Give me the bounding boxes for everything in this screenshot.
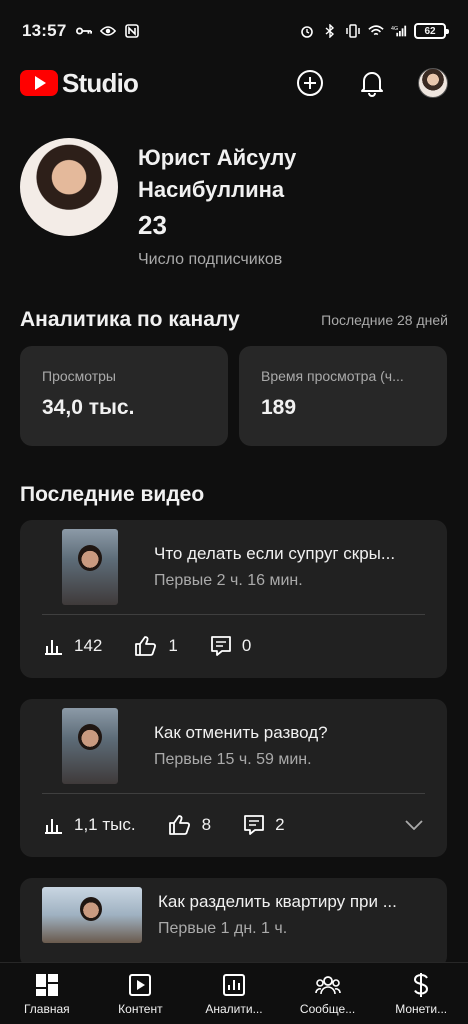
video-period: Первые 15 ч. 59 мин. [154, 751, 312, 768]
nav-analytics[interactable]: Аналити... [187, 963, 281, 1024]
video-likes: 1 [168, 636, 178, 655]
views-label: Просмотры [42, 368, 116, 384]
recent-videos-title: Последние видео [20, 483, 205, 506]
notifications-button[interactable] [356, 67, 388, 99]
svg-text:4G: 4G [391, 26, 398, 32]
views-value: 34,0 тыс. [42, 396, 135, 419]
studio-logo[interactable]: Studio [20, 67, 139, 99]
video-thumbnail [42, 887, 142, 943]
bell-icon [361, 72, 383, 97]
status-time: 13:57 [22, 21, 67, 40]
views-card[interactable]: Просмотры 34,0 тыс. [20, 346, 228, 446]
channel-name: Юрист Айсулу Насибуллина [138, 145, 297, 202]
video-comments: 0 [241, 636, 252, 655]
signal-icon: 4G [391, 24, 407, 38]
video-title: Как разделить квартиру при ... [158, 892, 397, 911]
subscriber-label: Число подписчиков [138, 251, 283, 268]
video-title: Как отменить развод? [154, 723, 328, 742]
dollar-icon [408, 972, 434, 998]
create-button[interactable] [294, 67, 326, 99]
nfc-icon [124, 24, 140, 38]
expand-button[interactable] [405, 815, 423, 835]
nav-label: Сообще... [299, 1001, 356, 1016]
bluetooth-icon [322, 24, 338, 38]
nav-community[interactable]: Сообще... [281, 963, 375, 1024]
wifi-icon [368, 24, 384, 38]
community-icon [314, 972, 341, 998]
analytics-icon [221, 972, 247, 998]
nav-monetization[interactable]: Монети... [374, 963, 468, 1024]
thumbs-up-icon [168, 815, 190, 835]
watch-time-label: Время просмотра (ч... [261, 368, 404, 384]
youtube-play-icon [20, 70, 58, 96]
video-thumbnail [62, 708, 118, 784]
channel-summary: Юрист Айсулу Насибуллина 23 Число подпис… [20, 138, 378, 269]
alarm-icon [299, 24, 315, 38]
nav-label: Контент [118, 1001, 163, 1016]
views-bar-icon [45, 640, 62, 655]
bottom-navigation: Главная Контент Аналити... Сообще... Мон… [0, 962, 468, 1024]
video-thumbnail [62, 529, 118, 605]
video-period: Первые 2 ч. 16 мин. [154, 572, 303, 589]
thumbs-up-icon [135, 636, 157, 656]
vibrate-icon [345, 24, 361, 38]
channel-avatar[interactable] [20, 138, 118, 236]
logo-text: Studio [62, 67, 139, 98]
views-bar-icon [45, 819, 62, 834]
status-bar: 13:57 4G 62 [0, 0, 468, 62]
dashboard-icon [34, 972, 60, 998]
video-likes: 8 [201, 815, 212, 834]
chevron-down-icon [405, 820, 423, 831]
video-views: 142 [74, 636, 103, 655]
video-comments: 2 [275, 815, 285, 834]
nav-label: Главная [23, 1001, 70, 1016]
nav-dashboard[interactable]: Главная [0, 963, 94, 1024]
nav-label: Монети... [395, 1001, 448, 1016]
eye-icon [100, 24, 117, 38]
nav-label: Аналити... [205, 1001, 263, 1016]
video-title: Что делать если супруг скры... [154, 544, 396, 563]
analytics-title: Аналитика по каналу [20, 308, 240, 331]
video-views: 1,1 тыс. [74, 815, 136, 834]
add-circle-icon [297, 70, 323, 96]
content-icon [127, 972, 153, 998]
watch-time-value: 189 [261, 396, 297, 419]
watch-time-card[interactable]: Время просмотра (ч... 189 [239, 346, 447, 446]
video-card[interactable]: Что делать если супруг скры... Первые 2 … [20, 520, 447, 678]
battery-indicator: 62 [414, 23, 449, 39]
key-icon [76, 24, 93, 38]
app-bar: Studio [0, 62, 468, 104]
analytics-period: Последние 28 дней [321, 312, 448, 328]
subscriber-count: 23 [138, 210, 167, 240]
nav-content[interactable]: Контент [94, 963, 188, 1024]
video-card[interactable]: Как разделить квартиру при ... Первые 1 … [20, 878, 447, 968]
video-period: Первые 1 дн. 1 ч. [158, 920, 288, 937]
comment-icon [244, 815, 264, 835]
video-card[interactable]: Как отменить развод? Первые 15 ч. 59 мин… [20, 699, 447, 857]
account-avatar[interactable] [418, 68, 448, 98]
comment-icon [210, 636, 231, 656]
